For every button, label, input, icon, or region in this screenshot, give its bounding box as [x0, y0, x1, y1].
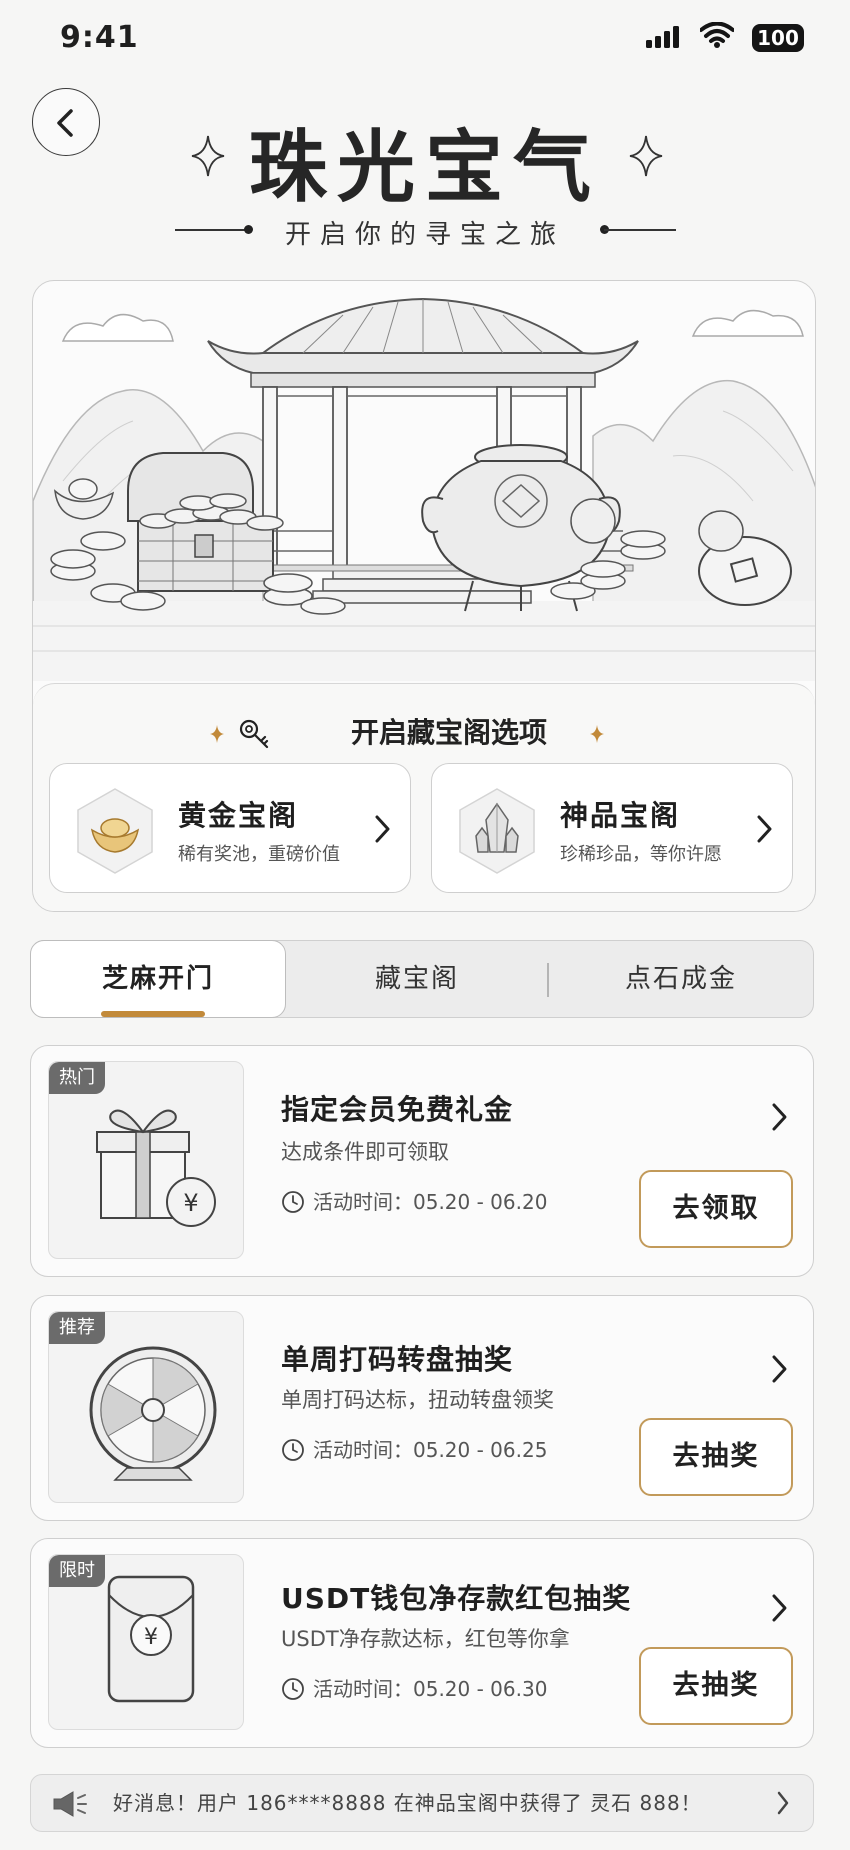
option-card-gold-pavilion[interactable]: 黄金宝阁 稀有奖池，重磅价值 — [49, 763, 411, 893]
svg-text:¥: ¥ — [144, 1625, 158, 1650]
chevron-right-icon — [777, 1791, 789, 1815]
activity-time: 活动时间：05.20 - 06.30 — [281, 1673, 547, 1702]
chevron-right-icon[interactable] — [769, 1100, 789, 1134]
announcement-ticker[interactable]: 好消息！用户 186****8888 在神品宝阁中获得了 灵石 888！ — [30, 1774, 814, 1832]
sparkle-icon — [629, 135, 663, 177]
activity-time-text: 活动时间：05.20 - 06.20 — [313, 1190, 548, 1214]
page-subtitle: 开启你的寻宝之旅 — [284, 220, 565, 250]
ticker-message: 好消息！用户 186****8888 在神品宝阁中获得了 灵石 888！ — [113, 1791, 702, 1815]
options-title: 开启藏宝阁选项 — [350, 716, 547, 749]
activity-desc: 单周打码达标，扭动转盘领奖 — [281, 1388, 554, 1412]
battery-indicator: 100 — [752, 24, 804, 52]
megaphone-icon — [53, 1791, 87, 1817]
activity-title: 指定会员免费礼金 — [281, 1093, 514, 1126]
option-name: 神品宝阁 — [560, 799, 681, 832]
chevron-right-icon[interactable] — [769, 1591, 789, 1625]
activity-thumbnail: ¥ 限时 — [48, 1554, 244, 1730]
wifi-icon — [700, 22, 734, 48]
chevron-right-icon — [757, 815, 772, 843]
activity-time: 活动时间：05.20 - 06.25 — [281, 1434, 547, 1463]
draw-button[interactable]: 去抽奖 — [639, 1647, 793, 1725]
svg-text:¥: ¥ — [183, 1189, 198, 1217]
activity-title: 单周打码转盘抽奖 — [281, 1343, 514, 1376]
tab-label: 芝麻开门 — [101, 964, 214, 994]
activity-card[interactable]: 推荐 单周打码转盘抽奖 单周打码达标，扭动转盘领奖 活动时间：05.20 - 0… — [30, 1295, 814, 1521]
tab-treasure-pavilion[interactable]: 藏宝阁 — [287, 941, 547, 1017]
activity-badge: 推荐 — [49, 1312, 105, 1344]
activity-card[interactable]: ¥ 热门 指定会员免费礼金 达成条件即可领取 活动时间：05.20 - 06.2… — [30, 1045, 814, 1277]
category-tabs: 芝麻开门 藏宝阁 点石成金 — [30, 940, 814, 1018]
claim-button[interactable]: 去领取 — [639, 1170, 793, 1248]
status-bar: 9:41 100 — [0, 0, 850, 80]
subtitle-divider-right — [604, 229, 676, 231]
activity-thumbnail: ¥ 热门 — [48, 1061, 244, 1259]
cellular-signal-icon — [646, 26, 679, 48]
activity-time-text: 活动时间：05.20 - 06.25 — [313, 1438, 548, 1462]
sparkle-icon — [590, 725, 604, 743]
treasure-pavilion-illustration — [33, 297, 815, 681]
active-tab-indicator — [101, 1011, 205, 1017]
option-card-divine-pavilion[interactable]: 神品宝阁 珍稀珍品，等你许愿 — [431, 763, 793, 893]
chevron-right-icon[interactable] — [769, 1352, 789, 1386]
page-title: 珠光宝气 — [248, 122, 601, 213]
tab-sesame-open[interactable]: 芝麻开门 — [30, 940, 286, 1018]
status-time: 9:41 — [60, 20, 139, 55]
option-name: 黄金宝阁 — [178, 799, 299, 832]
activity-time-text: 活动时间：05.20 - 06.30 — [313, 1677, 548, 1701]
option-desc: 稀有奖池，重磅价值 — [178, 844, 340, 865]
activity-title: USDT钱包净存款红包抽奖 — [281, 1582, 632, 1615]
gold-ingot-icon — [77, 788, 153, 874]
treasure-hero-card: 开启藏宝阁选项 黄金宝阁 稀有奖池，重磅价值 神品宝阁 珍稀珍品，等你许愿 — [32, 280, 816, 912]
activity-time: 活动时间：05.20 - 06.20 — [281, 1186, 547, 1215]
activity-card[interactable]: ¥ 限时 USDT钱包净存款红包抽奖 USDT净存款达标，红包等你拿 活动时间：… — [30, 1538, 814, 1748]
activity-desc: USDT净存款达标，红包等你拿 — [281, 1627, 570, 1651]
clock-icon — [282, 1191, 304, 1213]
clock-icon — [282, 1678, 304, 1700]
activity-badge: 热门 — [49, 1062, 105, 1094]
activity-thumbnail: 推荐 — [48, 1311, 244, 1503]
activity-desc: 达成条件即可领取 — [281, 1140, 449, 1164]
tab-midas-touch[interactable]: 点石成金 — [549, 941, 813, 1017]
chevron-right-icon — [375, 815, 390, 843]
clock-icon — [282, 1439, 304, 1461]
activity-badge: 限时 — [49, 1555, 105, 1587]
draw-button[interactable]: 去抽奖 — [639, 1418, 793, 1496]
option-desc: 珍稀珍品，等你许愿 — [560, 844, 722, 865]
crystal-icon — [459, 788, 535, 874]
